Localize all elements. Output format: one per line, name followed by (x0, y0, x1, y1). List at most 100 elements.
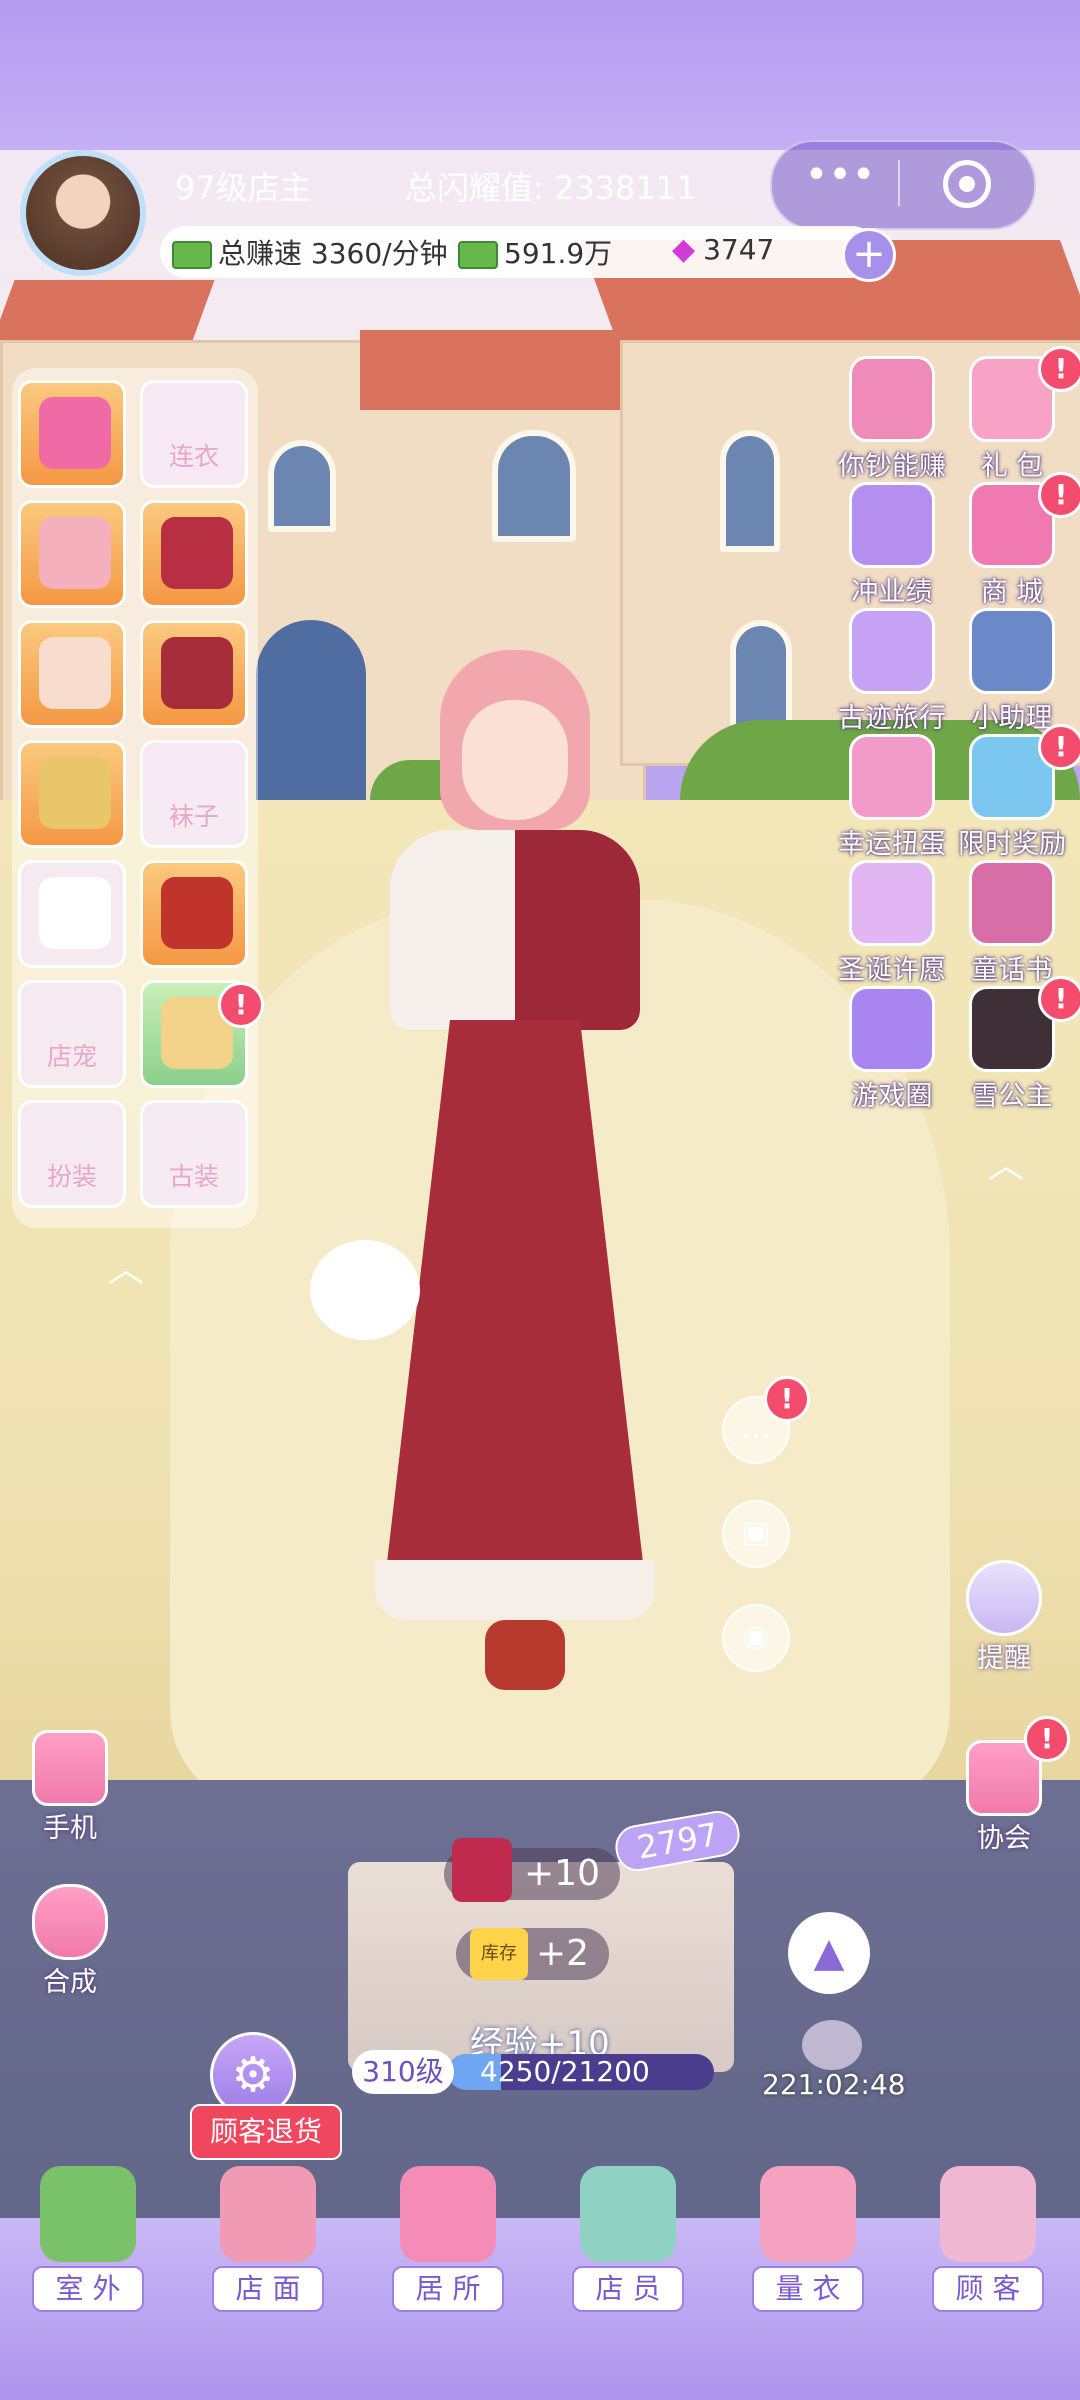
clothing-item-icon (39, 877, 111, 949)
window (492, 430, 576, 542)
compose-label: 合成 (43, 1967, 97, 1998)
collapse-wardrobe-icon[interactable]: ︿ (108, 1240, 144, 1292)
menu-book[interactable]: 童话书 (956, 860, 1068, 987)
menu-tree[interactable]: 圣诞许愿 (836, 860, 948, 987)
cash-text: 591.9万 (504, 237, 613, 270)
menu-gacha[interactable]: 幸运扭蛋 (836, 734, 948, 861)
nav-item[interactable]: 店 面 (198, 2166, 338, 2312)
collapse-menu-icon[interactable]: ︿ (988, 1136, 1024, 1188)
tree-icon (849, 860, 935, 946)
character[interactable] (310, 640, 690, 1690)
nav-item[interactable]: 居 所 (378, 2166, 518, 2312)
menu-assistant[interactable]: 小助理 (956, 608, 1068, 735)
box-icon[interactable]: ▣ (722, 1500, 790, 1568)
wardrobe-slot-label: 袜子 (168, 802, 219, 831)
nav-item[interactable]: 店 员 (558, 2166, 698, 2312)
wardrobe-slot[interactable]: 连衣 (140, 380, 248, 488)
wardrobe-slot-label: 古装 (168, 1162, 219, 1191)
wardrobe-slot[interactable] (18, 620, 126, 728)
book-icon (969, 860, 1055, 946)
assistant-icon (969, 608, 1055, 694)
wardrobe-slot[interactable] (140, 620, 248, 728)
menu-money[interactable]: 你钞能赚 (836, 356, 948, 483)
camera-icon[interactable]: ◉ (722, 1604, 790, 1672)
capsule-divider (898, 160, 900, 206)
clothing-item-icon (161, 637, 233, 709)
wardrobe-slot[interactable]: 袜子 (140, 740, 248, 848)
compose-button[interactable]: 合成 (20, 1884, 120, 1999)
remind-label: 提醒 (977, 1643, 1031, 1674)
menu-label: 幸运扭蛋 (838, 829, 946, 860)
cash-amount: 591.9万 (458, 232, 612, 272)
cash-icon (458, 241, 498, 269)
more-button[interactable]: ••• (800, 152, 880, 212)
wizard-hat-icon[interactable]: ▲ (788, 1912, 870, 1994)
wardrobe-slot[interactable]: 店宠 (18, 980, 126, 1088)
phone-icon (32, 1730, 108, 1806)
nav-label: 店 员 (572, 2266, 684, 2312)
bus-icon (849, 608, 935, 694)
wardrobe-slot[interactable] (18, 380, 126, 488)
menu-chart[interactable]: 冲业绩 (836, 482, 948, 609)
menu-bus[interactable]: 古迹旅行 (836, 608, 948, 735)
storefront-icon (220, 2166, 316, 2262)
stock-icon: 库存 (470, 1928, 528, 1980)
nav-label: 室 外 (32, 2266, 144, 2312)
wardrobe-slot[interactable] (18, 500, 126, 608)
gem-text: 3747 (703, 233, 775, 266)
nav-item[interactable]: 顾 客 (918, 2166, 1058, 2312)
wardrobe-slot-label: 店宠 (46, 1042, 97, 1071)
wardrobe-slot[interactable]: 扮装 (18, 1100, 126, 1208)
cloud-timer-icon (802, 2020, 862, 2070)
character-skirt (385, 1020, 645, 1580)
diamond-icon: ◆ (672, 232, 696, 267)
clerk-icon (580, 2166, 676, 2262)
menu-label: 商 城 (980, 577, 1044, 608)
nav-label: 顾 客 (932, 2266, 1044, 2312)
tape-measure-icon (760, 2166, 856, 2262)
nav-item[interactable]: 量 衣 (738, 2166, 878, 2312)
cash-icon (172, 241, 212, 269)
wardrobe-slot[interactable] (140, 500, 248, 608)
close-target-icon[interactable] (943, 160, 991, 208)
penguin-icon (966, 1560, 1042, 1636)
gamepad-icon (849, 986, 935, 1072)
remind-button[interactable]: 提醒 (954, 1560, 1054, 1675)
wardrobe-slot[interactable] (140, 860, 248, 968)
clothing-item-icon (39, 637, 111, 709)
character-cape (390, 830, 640, 1030)
notification-badge: ! (1038, 724, 1080, 770)
customer-refund-button[interactable]: 顾客退货 (190, 2104, 342, 2160)
character-face (462, 700, 568, 820)
nav-item[interactable]: 室 外 (18, 2166, 158, 2312)
guild-badge: ! (1024, 1716, 1070, 1762)
menu-gamepad[interactable]: 游戏圈 (836, 986, 948, 1113)
wardrobe-slot-label: 扮装 (46, 1162, 97, 1191)
phone-label: 手机 (43, 1813, 97, 1844)
clothing-item-icon (161, 877, 233, 949)
player-level: 97级店主 (175, 169, 312, 207)
stock-gain-text: +2 (536, 1933, 590, 1974)
character-boots (485, 1620, 565, 1690)
store-level: 310级 (352, 2050, 454, 2094)
home-icon (400, 2166, 496, 2262)
earn-speed-text: 总赚速 3360/分钟 (218, 237, 448, 270)
bunny-bag (310, 1240, 420, 1340)
phone-button[interactable]: 手机 (20, 1730, 120, 1845)
wardrobe-slot[interactable]: 古装 (140, 1100, 248, 1208)
clothing-item-icon (39, 757, 111, 829)
menu-label: 你钞能赚 (838, 451, 946, 482)
customer-icon (940, 2166, 1036, 2262)
player-avatar[interactable] (20, 150, 146, 276)
menu-label: 限时奖励 (958, 829, 1066, 860)
top-band (0, 0, 1080, 150)
chart-icon (849, 482, 935, 568)
chat-badge: ! (764, 1376, 810, 1422)
earn-speed: 总赚速 3360/分钟 (172, 232, 448, 272)
wardrobe-slot[interactable] (18, 740, 126, 848)
add-currency-button[interactable]: + (842, 228, 896, 282)
gem-amount: ◆ 3747 (672, 232, 774, 267)
gacha-icon (849, 734, 935, 820)
roof-mid (360, 330, 640, 410)
wardrobe-slot[interactable] (18, 860, 126, 968)
